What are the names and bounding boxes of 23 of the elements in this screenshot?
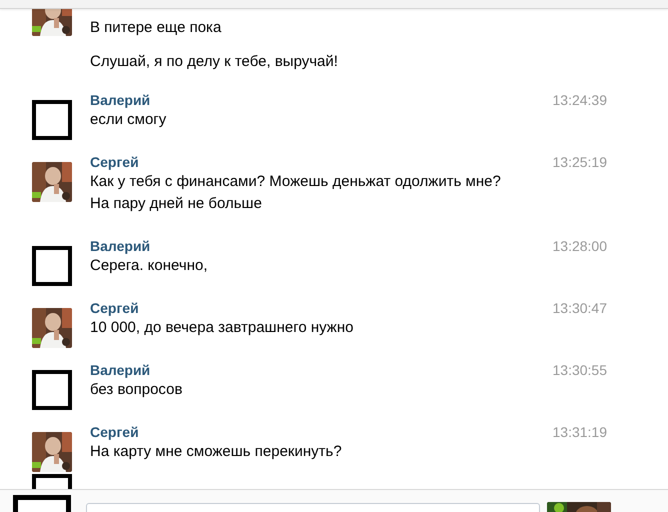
message-time: 13:31:19 (552, 424, 607, 440)
avatar[interactable] (32, 370, 72, 410)
author-name[interactable]: Валерий (90, 92, 150, 108)
message-text: В питере еще пока (90, 18, 222, 38)
message-text: если смогу (90, 110, 168, 130)
message-text: Как у тебя с финансами? Можешь деньжат одолжить мне? На пару дней не больше (90, 172, 502, 214)
message-text: без вопросов (90, 380, 184, 400)
message-time: 13:30:47 (552, 300, 607, 316)
message-time: 13:28:00 (552, 238, 607, 254)
message-time: 13:24:39 (552, 92, 607, 108)
avatar[interactable] (32, 246, 72, 286)
message-text: Слушай, я по делу к тебе, выручай! (90, 52, 339, 72)
author-name[interactable]: Валерий (90, 362, 150, 378)
author-name[interactable]: Сергей (90, 154, 139, 170)
author-name[interactable]: Валерий (90, 238, 150, 254)
author-name[interactable]: Сергей (90, 424, 139, 440)
message-text: 10 000, до вечера завтрашнего нужно (90, 318, 354, 338)
avatar[interactable] (32, 100, 72, 140)
author-name[interactable]: Сергей (90, 300, 139, 316)
message-time: 13:30:55 (552, 362, 607, 378)
message-text: Серега. конечно, (90, 256, 208, 276)
message-text: На карту мне сможешь перекинуть? (90, 442, 343, 462)
message-time: 13:25:19 (552, 154, 607, 170)
